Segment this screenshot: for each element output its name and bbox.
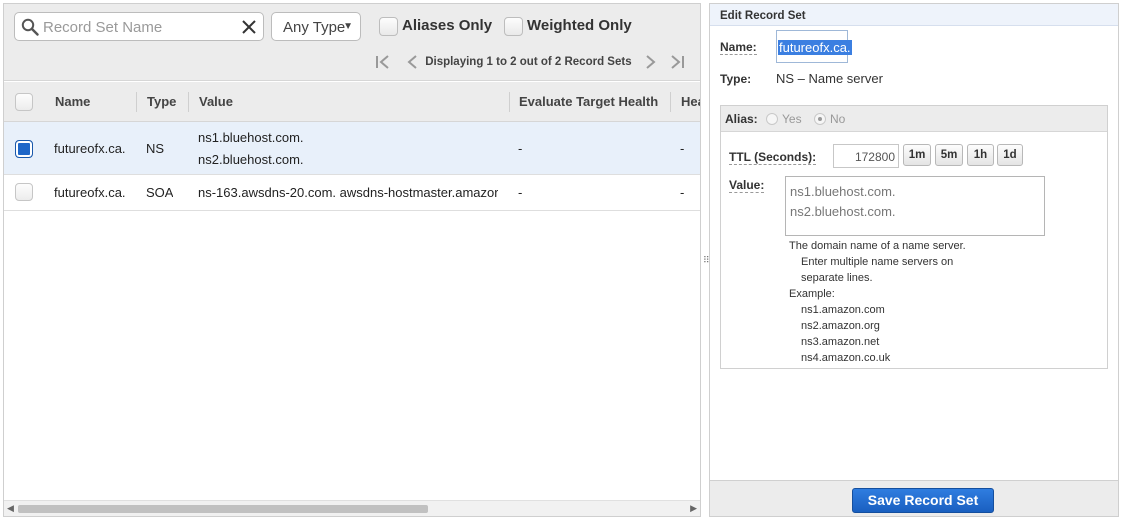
value-help-text: The domain name of a name server. Enter …: [789, 238, 966, 366]
row-checkbox[interactable]: [15, 140, 33, 158]
scrollbar-thumb[interactable]: [18, 505, 428, 513]
row-evaluate-target-health: -: [518, 141, 523, 156]
help-example: ns4.amazon.co.uk: [801, 352, 891, 364]
record-values-section: Alias: Yes No TTL (Seconds): 172800 1m 5…: [720, 105, 1108, 369]
aliases-only-label: Aliases Only: [402, 17, 493, 34]
alias-bar: Alias: Yes No: [721, 106, 1107, 132]
panel-title: Edit Record Set: [710, 4, 1118, 26]
row-value-line: ns-163.awsdns-20.com. awsdns-hostmaster.…: [198, 185, 498, 200]
search-input[interactable]: [41, 16, 231, 38]
row-type: NS: [146, 141, 165, 156]
row-name: futureofx.ca.: [54, 185, 126, 200]
column-divider[interactable]: [509, 92, 510, 112]
help-example: ns3.amazon.net: [801, 336, 880, 348]
row-checkbox[interactable]: [15, 183, 33, 201]
name-label: Name:: [720, 40, 757, 55]
ttl-label: TTL (Seconds):: [729, 150, 817, 165]
save-record-set-button[interactable]: Save Record Set: [852, 488, 994, 513]
row-value-line: ns2.bluehost.com.: [198, 152, 304, 167]
ttl-input[interactable]: 172800: [833, 144, 899, 168]
alias-yes-radio[interactable]: [766, 113, 778, 125]
column-header-evaluate-target-health[interactable]: Evaluate Target Health: [519, 82, 658, 122]
alias-no-label: No: [830, 112, 846, 126]
weighted-only-checkbox[interactable]: [504, 17, 523, 36]
weighted-only-label: Weighted Only: [527, 17, 632, 34]
scroll-right-icon[interactable]: ▶: [690, 503, 697, 514]
type-label: Type:: [720, 72, 752, 86]
row-name: futureofx.ca.: [54, 141, 126, 156]
scroll-left-icon[interactable]: ◀: [7, 503, 14, 514]
ttl-5m-button[interactable]: 5m: [935, 144, 963, 166]
table-row[interactable]: futureofx.ca. NS ns1.bluehost.com. ns2.b…: [4, 122, 700, 175]
help-example: ns1.amazon.com: [801, 304, 885, 316]
horizontal-scrollbar[interactable]: ◀ ▶: [4, 500, 700, 516]
alias-no-radio[interactable]: [814, 113, 826, 125]
value-textarea[interactable]: ns1.bluehost.com. ns2.bluehost.com.: [785, 176, 1045, 236]
record-type-select-value: Any Type: [283, 19, 346, 36]
table-row[interactable]: futureofx.ca. SOA ns-163.awsdns-20.com. …: [4, 175, 700, 211]
row-evaluate-target-health: -: [518, 185, 523, 200]
filter-bar: Any Type ▼ Aliases Only Weighted Only Di…: [4, 4, 700, 81]
record-type-select[interactable]: Any Type ▼: [271, 12, 361, 41]
name-input[interactable]: futureofx.ca.: [776, 30, 852, 63]
help-example: ns2.amazon.org: [801, 320, 880, 332]
last-page-icon[interactable]: [668, 55, 686, 69]
row-health: -: [680, 141, 685, 156]
next-page-icon[interactable]: [641, 55, 659, 69]
chevron-down-icon: ▼: [343, 21, 353, 32]
row-health: -: [680, 185, 685, 200]
help-line: separate lines.: [801, 272, 873, 284]
pager-status: Displaying 1 to 2 out of 2 Record Sets: [425, 56, 632, 68]
value-line: ns1.bluehost.com.: [790, 184, 896, 199]
alias-label: Alias:: [725, 112, 758, 126]
help-example-label: Example:: [789, 288, 835, 300]
column-divider[interactable]: [136, 92, 137, 112]
alias-yes-label: Yes: [782, 112, 802, 126]
column-header-type[interactable]: Type: [147, 82, 176, 122]
search-icon: [21, 18, 39, 36]
name-input-value: futureofx.ca.: [778, 40, 852, 55]
panel-footer: Save Record Set: [710, 480, 1118, 516]
aliases-only-checkbox[interactable]: [379, 17, 398, 36]
type-value: NS – Name server: [776, 71, 883, 86]
column-divider[interactable]: [670, 92, 671, 112]
first-page-icon[interactable]: [375, 55, 393, 69]
ttl-1d-button[interactable]: 1d: [997, 144, 1023, 166]
clear-search-icon[interactable]: [241, 19, 257, 35]
help-line: The domain name of a name server.: [789, 240, 966, 252]
row-type: SOA: [146, 185, 174, 200]
column-header-value[interactable]: Value: [199, 82, 233, 122]
column-header-health[interactable]: Hea: [681, 82, 700, 122]
help-line: Enter multiple name servers on: [801, 256, 954, 268]
previous-page-icon[interactable]: [404, 55, 422, 69]
search-box[interactable]: [14, 12, 264, 41]
value-line: ns2.bluehost.com.: [790, 204, 896, 219]
column-header-name[interactable]: Name: [55, 82, 90, 122]
ttl-1m-button[interactable]: 1m: [903, 144, 931, 166]
edit-record-set-panel: Edit Record Set Name: futureofx.ca. Type…: [709, 3, 1119, 517]
row-value-line: ns1.bluehost.com.: [198, 130, 304, 145]
column-divider[interactable]: [188, 92, 189, 112]
ttl-1h-button[interactable]: 1h: [967, 144, 994, 166]
pager: Displaying 1 to 2 out of 2 Record Sets: [375, 55, 686, 73]
table-header: Name Type Value Evaluate Target Health H…: [4, 82, 700, 122]
record-sets-pane: Any Type ▼ Aliases Only Weighted Only Di…: [3, 3, 701, 517]
select-all-checkbox[interactable]: [15, 93, 33, 111]
value-label: Value:: [729, 178, 765, 193]
